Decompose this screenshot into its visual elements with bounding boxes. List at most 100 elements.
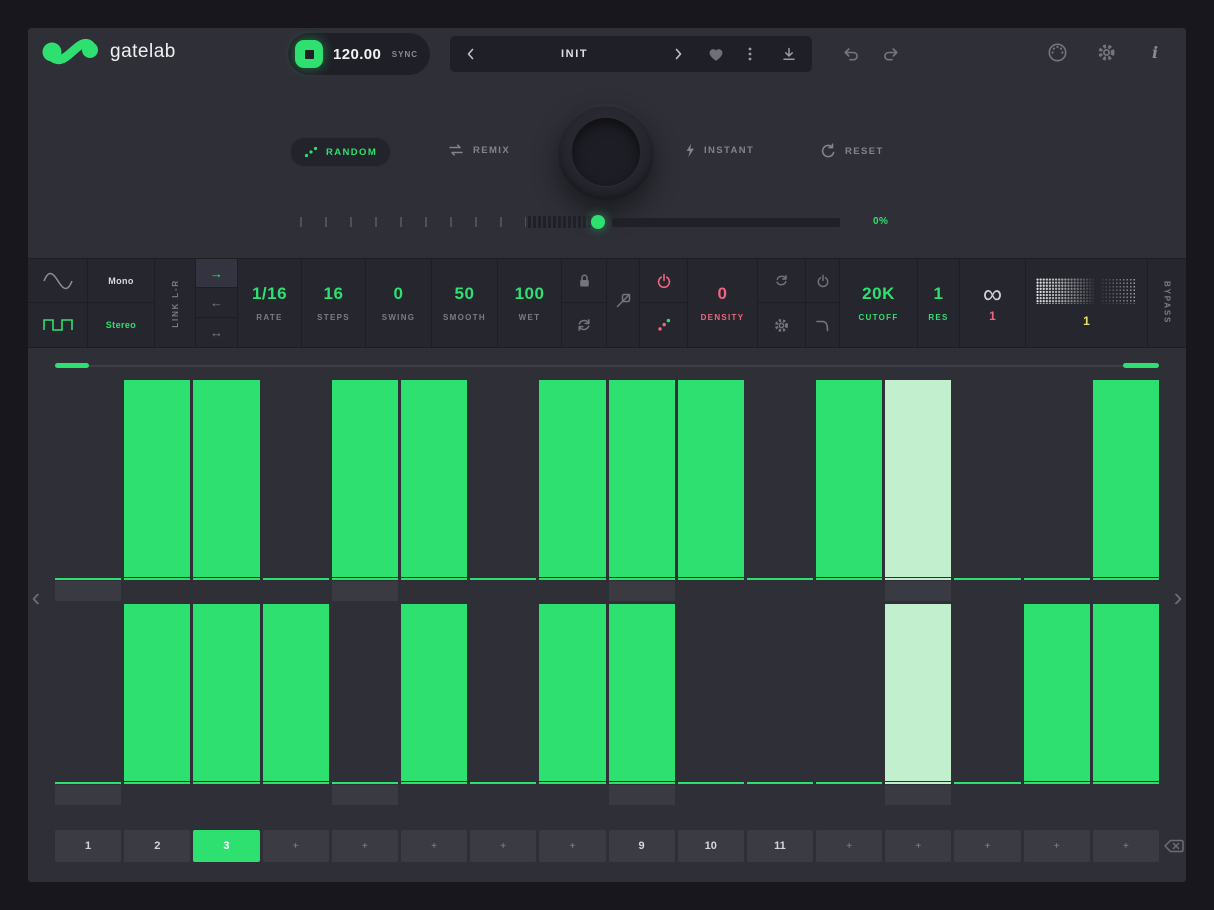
step-bottom-15[interactable]	[1024, 604, 1090, 805]
bpm-value[interactable]: 120.00	[333, 46, 381, 63]
prev-pattern-button[interactable]: ‹	[28, 580, 44, 614]
step-bottom-1[interactable]	[55, 604, 121, 805]
favorite-button[interactable]	[699, 36, 733, 72]
pattern-slot-5[interactable]: +	[332, 830, 398, 862]
pattern-slot-13[interactable]: +	[885, 830, 951, 862]
save-preset-button[interactable]	[767, 36, 813, 72]
info-button[interactable]: i	[1144, 41, 1166, 63]
envelope-button[interactable]	[806, 303, 839, 347]
step-top-14[interactable]	[954, 380, 1020, 601]
pattern-slot-16[interactable]: +	[1093, 830, 1159, 862]
preset-next-button[interactable]	[658, 36, 700, 72]
bypass-button[interactable]: BYPASS	[1148, 259, 1186, 347]
density-dots-button[interactable]	[640, 303, 687, 347]
delete-pattern-button[interactable]	[1162, 836, 1186, 856]
step-bottom-7[interactable]	[470, 604, 536, 805]
step-top-7[interactable]	[470, 380, 536, 601]
step-bottom-9[interactable]	[609, 604, 675, 805]
play-stop-button[interactable]	[295, 40, 323, 68]
random-button[interactable]: RANDOM	[290, 137, 391, 167]
step-top-5[interactable]	[332, 380, 398, 601]
step-range-slider[interactable]	[55, 363, 1159, 369]
step-bottom-6[interactable]	[401, 604, 467, 805]
waveform-sine-button[interactable]	[28, 259, 87, 303]
preset-name[interactable]: INIT	[492, 48, 658, 60]
step-top-16[interactable]	[1093, 380, 1159, 601]
range-start-handle[interactable]	[55, 363, 89, 368]
step-top-13[interactable]	[885, 380, 951, 601]
mono-button[interactable]: Mono	[88, 259, 154, 303]
res-control[interactable]: 1 RES	[918, 259, 960, 347]
sync-toggle[interactable]: SYNC	[392, 50, 418, 59]
waveform-square-button[interactable]	[28, 303, 87, 347]
stereo-button[interactable]: Stereo	[88, 303, 154, 347]
next-pattern-button[interactable]: ›	[1170, 580, 1186, 614]
step-top-2[interactable]	[124, 380, 190, 601]
cycle-button[interactable]	[562, 303, 606, 347]
preset-prev-button[interactable]	[450, 36, 492, 72]
direction-backward-button[interactable]: ←	[196, 288, 237, 317]
smooth-control[interactable]: 50 SMOOTH	[432, 259, 498, 347]
preset-menu-button[interactable]	[733, 36, 767, 72]
step-top-12[interactable]	[816, 380, 882, 601]
pattern-slot-15[interactable]: +	[1024, 830, 1090, 862]
step-top-4[interactable]	[263, 380, 329, 601]
step-bottom-12[interactable]	[816, 604, 882, 805]
step-bottom-8[interactable]	[539, 604, 605, 805]
direction-forward-button[interactable]: →	[196, 259, 237, 288]
step-top-8[interactable]	[539, 380, 605, 601]
step-bottom-2[interactable]	[124, 604, 190, 805]
step-top-15[interactable]	[1024, 380, 1090, 601]
density-power-button[interactable]	[640, 259, 687, 303]
step-top-10[interactable]	[678, 380, 744, 601]
step-top-6[interactable]	[401, 380, 467, 601]
redo-button[interactable]	[880, 44, 902, 64]
link-lr-toggle[interactable]: LINK L-R	[155, 259, 196, 347]
step-bottom-4[interactable]	[263, 604, 329, 805]
pattern-slot-9[interactable]: 9	[609, 830, 675, 862]
pattern-slot-10[interactable]: 10	[678, 830, 744, 862]
anti-repeat-button[interactable]	[615, 292, 632, 314]
instant-button[interactable]: INSTANT	[684, 143, 754, 158]
pattern-slot-8[interactable]: +	[539, 830, 605, 862]
remix-button[interactable]: REMIX	[447, 143, 510, 157]
amount-slider-handle[interactable]	[591, 215, 605, 229]
direction-pingpong-button[interactable]: ↔	[196, 318, 237, 347]
swing-control[interactable]: 0 SWING	[366, 259, 432, 347]
density-control[interactable]: 0 DENSITY	[688, 259, 758, 347]
amount-slider-track[interactable]	[612, 218, 840, 227]
midi-button[interactable]	[1046, 41, 1068, 63]
step-top-9[interactable]	[609, 380, 675, 601]
step-top-3[interactable]	[193, 380, 259, 601]
range-end-handle[interactable]	[1123, 363, 1159, 368]
wet-control[interactable]: 100 WET	[498, 259, 562, 347]
step-bottom-14[interactable]	[954, 604, 1020, 805]
pattern-slot-6[interactable]: +	[401, 830, 467, 862]
steps-control[interactable]: 16 STEPS	[302, 259, 366, 347]
step-top-1[interactable]	[55, 380, 121, 601]
pattern-slot-3[interactable]: 3	[193, 830, 259, 862]
sync-loop-button[interactable]	[758, 259, 805, 303]
cutoff-control[interactable]: 20K CUTOFF	[840, 259, 918, 347]
lock-button[interactable]	[562, 259, 606, 303]
step-bottom-10[interactable]	[678, 604, 744, 805]
amount-slider[interactable]	[300, 214, 840, 230]
settings-button[interactable]	[1095, 41, 1117, 63]
pattern-slot-14[interactable]: +	[954, 830, 1020, 862]
step-bottom-5[interactable]	[332, 604, 398, 805]
texture-control[interactable]: 1	[1026, 259, 1148, 347]
step-bottom-3[interactable]	[193, 604, 259, 805]
step-settings-button[interactable]	[758, 303, 805, 347]
step-bottom-11[interactable]	[747, 604, 813, 805]
pattern-slot-4[interactable]: +	[263, 830, 329, 862]
rate-control[interactable]: 1/16 RATE	[238, 259, 302, 347]
pattern-slot-12[interactable]: +	[816, 830, 882, 862]
step-bottom-13[interactable]	[885, 604, 951, 805]
pattern-slot-7[interactable]: +	[470, 830, 536, 862]
main-knob[interactable]	[558, 104, 654, 200]
filter-power-button[interactable]	[806, 259, 839, 303]
infinity-control[interactable]: ∞ 1	[960, 259, 1026, 347]
pattern-slot-11[interactable]: 11	[747, 830, 813, 862]
reset-button[interactable]: RESET	[820, 143, 884, 159]
pattern-slot-2[interactable]: 2	[124, 830, 190, 862]
